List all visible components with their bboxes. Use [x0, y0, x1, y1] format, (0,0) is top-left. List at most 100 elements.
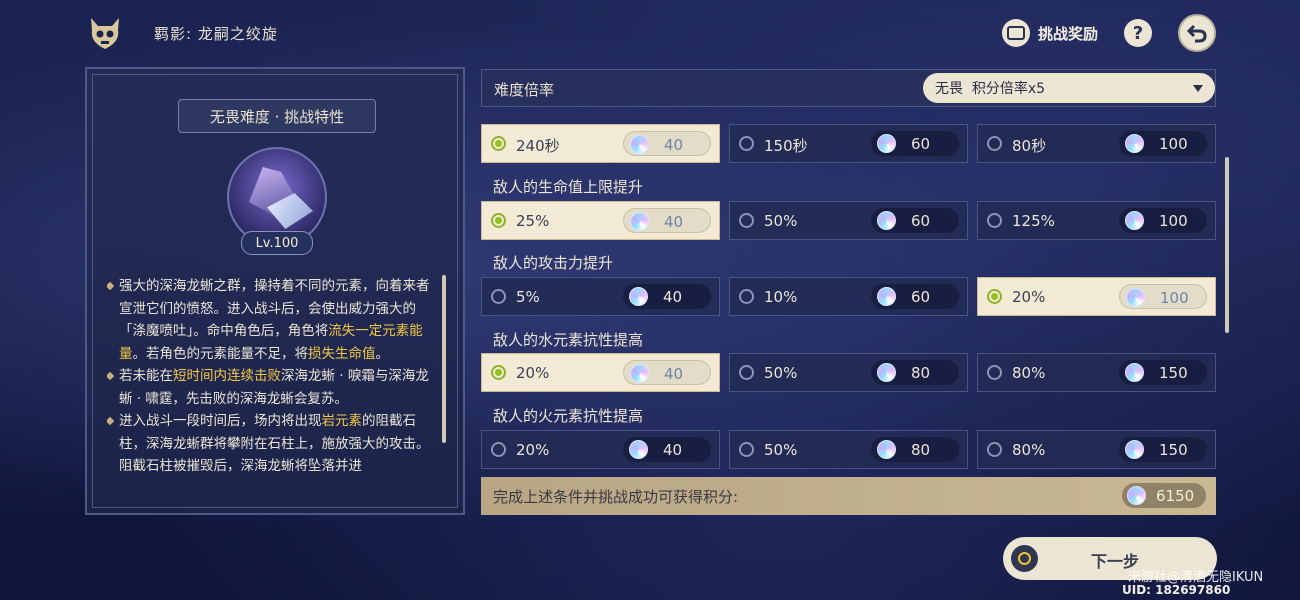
option-button[interactable]: 50% 80 [729, 430, 968, 469]
gem-icon [1125, 211, 1144, 230]
challenge-traits-panel: 无畏难度 · 挑战特性 Lv.100 强大的深海龙蜥之群，操持着不同的元素，向着… [85, 67, 465, 515]
gem-icon [877, 363, 896, 382]
option-button[interactable]: 20% 100 [977, 277, 1216, 316]
traits-description: 强大的深海龙蜥之群，操持着不同的元素，向着来者宣泄它们的愤怒。进入战斗后，会使出… [107, 275, 433, 487]
points-value: 60 [911, 212, 931, 230]
gem-icon [1127, 486, 1146, 505]
section-label: 敌人的生命值上限提升 [493, 178, 644, 196]
radio-icon [739, 289, 754, 304]
radio-icon [491, 213, 506, 228]
points-pill: 40 [623, 437, 711, 462]
option-label: 240秒 [516, 137, 560, 155]
section-label: 敌人的火元素抗性提高 [493, 407, 644, 425]
points-pill: 40 [623, 131, 711, 156]
option-button[interactable]: 150秒 60 [729, 124, 968, 163]
option-button[interactable]: 20% 40 [481, 353, 720, 392]
points-value: 80 [911, 364, 931, 382]
highlight-text: 损失生命值 [308, 345, 376, 362]
gem-icon [877, 211, 896, 230]
option-label: 80秒 [1012, 137, 1047, 155]
option-button[interactable]: 20% 40 [481, 430, 720, 469]
option-label: 20% [516, 441, 550, 459]
points-value: 40 [663, 288, 683, 306]
description-paragraph: 进入战斗一段时间后，场内将出现岩元素的阻截石柱，深海龙蜥群将攀附在石柱上，施放强… [107, 410, 433, 478]
difficulty-selected-value: 无畏 积分倍率x5 [935, 81, 1046, 97]
points-value: 100 [1159, 135, 1188, 153]
option-button[interactable]: 10% 60 [729, 277, 968, 316]
points-pill: 40 [623, 284, 711, 309]
points-pill: 150 [1119, 360, 1207, 385]
difficulty-label: 难度倍率 [494, 81, 555, 99]
option-label: 50% [764, 364, 798, 382]
option-label: 25% [516, 212, 550, 230]
challenge-reward-button[interactable]: 挑战奖励 [1001, 19, 1098, 47]
points-value: 60 [911, 288, 931, 306]
description-text: 若未能在短时间内连续击败深海龙蜥 · 唳霜与深海龙蜥 · 啸霆，先击败的深海龙蜥… [119, 365, 433, 410]
top-left-header: 羁影: 龙嗣之绞旋 [86, 14, 278, 52]
points-pill: 40 [623, 208, 711, 233]
gem-icon [1126, 288, 1145, 307]
radio-icon [739, 213, 754, 228]
description-paragraph: 强大的深海龙蜥之群，操持着不同的元素，向着来者宣泄它们的愤怒。进入战斗后，会使出… [107, 275, 433, 365]
section-label: 敌人的水元素抗性提高 [493, 331, 644, 349]
points-pill: 60 [871, 131, 959, 156]
difficulty-dropdown[interactable]: 无畏 积分倍率x5 [923, 73, 1215, 103]
section-label: 敌人的攻击力提升 [493, 254, 614, 272]
option-button[interactable]: 125% 100 [977, 201, 1216, 240]
description-text: 强大的深海龙蜥之群，操持着不同的元素，向着来者宣泄它们的愤怒。进入战斗后，会使出… [119, 275, 433, 365]
points-pill: 40 [623, 360, 711, 385]
points-value: 80 [911, 441, 931, 459]
points-value: 150 [1159, 364, 1188, 382]
radio-icon [739, 136, 754, 151]
gem-icon [630, 135, 649, 154]
option-button[interactable]: 80% 150 [977, 430, 1216, 469]
points-pill: 100 [1119, 131, 1207, 156]
chevron-down-icon [1193, 85, 1203, 92]
scrollbar[interactable] [442, 275, 446, 443]
option-button[interactable]: 240秒 40 [481, 124, 720, 163]
radio-icon [987, 365, 1002, 380]
radio-icon [739, 442, 754, 457]
panel-title: 无畏难度 · 挑战特性 [178, 99, 376, 133]
text-segment: 进入战斗一段时间后，场内将出现 [119, 413, 322, 429]
diamond-bullet-icon [107, 281, 115, 291]
option-button[interactable]: 50% 80 [729, 353, 968, 392]
option-button[interactable]: 80% 150 [977, 353, 1216, 392]
option-button[interactable]: 25% 40 [481, 201, 720, 240]
radio-icon [987, 442, 1002, 457]
points-pill: 80 [871, 360, 959, 385]
gem-icon [877, 134, 896, 153]
gem-icon [630, 364, 649, 383]
option-label: 50% [764, 441, 798, 459]
points-pill: 100 [1119, 284, 1207, 309]
help-icon[interactable]: ? [1124, 19, 1152, 47]
difficulty-row: 难度倍率 无畏 积分倍率x5 [481, 69, 1216, 107]
option-label: 50% [764, 212, 798, 230]
points-value: 60 [911, 135, 931, 153]
points-value: 40 [664, 365, 684, 383]
highlight-text: 短时间内连续击败 [173, 368, 281, 384]
option-label: 5% [516, 288, 540, 306]
gem-icon [1125, 363, 1144, 382]
option-label: 150秒 [764, 137, 808, 155]
option-button[interactable]: 80秒 100 [977, 124, 1216, 163]
level-badge: Lv.100 [241, 231, 313, 255]
skull-icon [91, 18, 119, 49]
highlight-text: 岩元素 [321, 413, 363, 429]
back-button[interactable] [1178, 14, 1216, 52]
option-button[interactable]: 50% 60 [729, 201, 968, 240]
description-text: 进入战斗一段时间后，场内将出现岩元素的阻截石柱，深海龙蜥群将攀附在石柱上，施放强… [119, 410, 433, 478]
uid-label: UID: 182697860 [1122, 583, 1231, 597]
diamond-bullet-icon [107, 416, 115, 426]
points-value: 100 [1160, 289, 1189, 307]
option-label: 80% [1012, 364, 1046, 382]
text-segment: 。若角色的元素能量不足，将 [132, 345, 309, 362]
radio-icon [491, 442, 506, 457]
description-paragraph: 若未能在短时间内连续击败深海龙蜥 · 唳霜与深海龙蜥 · 啸霆，先击败的深海龙蜥… [107, 365, 433, 410]
option-button[interactable]: 5% 40 [481, 277, 720, 316]
gem-icon [629, 287, 648, 306]
total-points-value: 6150 [1156, 487, 1195, 505]
points-pill: 60 [871, 208, 959, 233]
radio-icon [739, 365, 754, 380]
scrollbar[interactable] [1225, 157, 1229, 333]
